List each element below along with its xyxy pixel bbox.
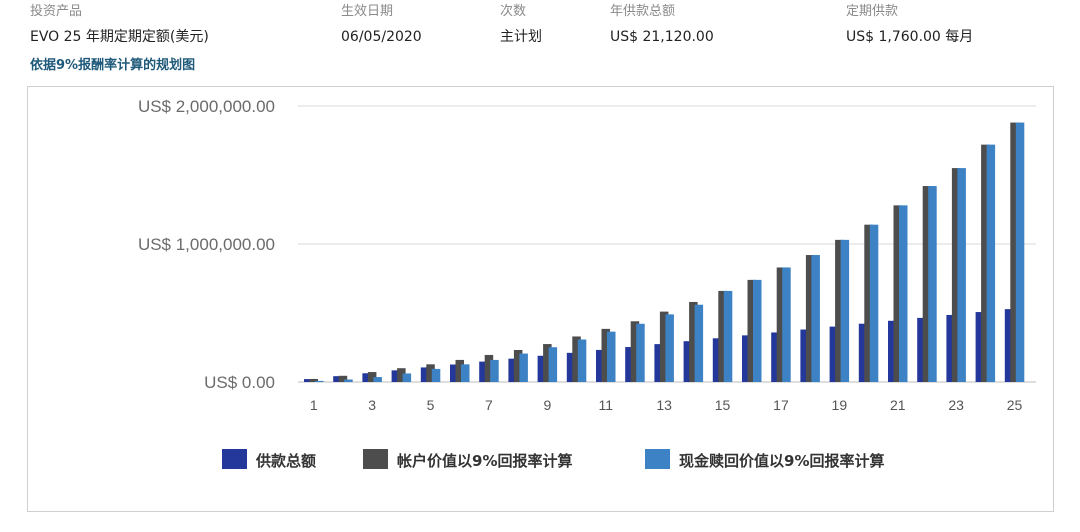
bar-3-year-4 bbox=[402, 373, 412, 382]
x-tick-label: 11 bbox=[598, 397, 613, 413]
times-label: 次数 bbox=[500, 4, 527, 19]
bar-3-year-17 bbox=[782, 267, 791, 382]
product-value: EVO 25 年期定期定额(美元) bbox=[30, 29, 209, 45]
bar-3-year-8 bbox=[519, 353, 528, 382]
bar-3-year-22 bbox=[928, 186, 937, 382]
x-tick-label: 7 bbox=[485, 397, 493, 413]
annual-contribution-column: 年供款总额 US$ 21,120.00 bbox=[610, 4, 714, 46]
x-tick-label: 21 bbox=[890, 397, 906, 413]
legend-swatch bbox=[363, 449, 388, 469]
x-tick-label: 23 bbox=[948, 397, 964, 413]
annual-contribution-label: 年供款总额 bbox=[610, 4, 676, 19]
bar-3-year-2 bbox=[344, 379, 353, 382]
bar-3-year-21 bbox=[899, 205, 908, 382]
bar-3-year-14 bbox=[694, 304, 704, 382]
x-tick-label: 3 bbox=[368, 397, 376, 413]
times-value: 主计划 bbox=[500, 29, 542, 45]
chart-subtitle: 依据9%报酬率计算的规划图 bbox=[30, 58, 196, 73]
regular-contribution-label: 定期供款 bbox=[846, 4, 899, 19]
legend-swatch bbox=[645, 449, 670, 469]
effective-date-label: 生效日期 bbox=[341, 4, 394, 19]
chart-container: US$ 0.00 US$ 1,000,000.00 US$ 2,000,000.00… bbox=[27, 86, 1054, 512]
legend-swatch bbox=[222, 449, 247, 469]
bar-3-year-9 bbox=[548, 347, 558, 382]
regular-contribution-value: US$ 1,760.00 每月 bbox=[846, 29, 974, 45]
bar-3-year-7 bbox=[490, 359, 499, 382]
x-tick-label: 25 bbox=[1007, 397, 1023, 413]
bar-3-year-15 bbox=[723, 290, 733, 382]
x-tick-label: 1 bbox=[310, 397, 318, 413]
x-tick-label: 19 bbox=[832, 397, 848, 413]
bar-3-year-1 bbox=[315, 380, 324, 382]
legend-label: 帐户价值以9%回报率计算 bbox=[397, 452, 572, 470]
bar-3-year-3 bbox=[373, 377, 382, 382]
bar-3-year-18 bbox=[811, 255, 820, 382]
bar-3-year-23 bbox=[957, 168, 966, 382]
bar-3-year-20 bbox=[869, 224, 879, 382]
bar-3-year-19 bbox=[840, 239, 850, 382]
product-label: 投资产品 bbox=[30, 4, 83, 19]
times-column: 次数 主计划 bbox=[500, 4, 542, 46]
projection-bar-chart: US$ 0.00 US$ 1,000,000.00 US$ 2,000,000.00… bbox=[138, 97, 1036, 470]
y-tick-label: US$ 2,000,000.00 bbox=[138, 97, 275, 116]
bar-3-year-11 bbox=[607, 331, 616, 382]
bar-3-year-13 bbox=[665, 314, 674, 382]
y-tick-label: US$ 0.00 bbox=[204, 373, 275, 392]
effective-date-value: 06/05/2020 bbox=[341, 29, 422, 45]
plan-header: 投资产品 EVO 25 年期定期定额(美元) 生效日期 06/05/2020 次… bbox=[0, 0, 1080, 60]
y-tick-label: US$ 1,000,000.00 bbox=[138, 235, 275, 254]
bar-3-year-6 bbox=[461, 364, 470, 382]
bar-3-year-5 bbox=[431, 368, 441, 382]
regular-contribution-column: 定期供款 US$ 1,760.00 每月 bbox=[846, 4, 973, 46]
x-tick-label: 9 bbox=[543, 397, 551, 413]
legend-label: 供款总额 bbox=[255, 452, 316, 470]
bar-3-year-12 bbox=[636, 323, 645, 382]
bar-3-year-10 bbox=[577, 339, 587, 382]
x-tick-label: 15 bbox=[715, 397, 731, 413]
bar-3-year-25 bbox=[1015, 122, 1025, 382]
x-tick-label: 5 bbox=[427, 397, 435, 413]
product-column: 投资产品 EVO 25 年期定期定额(美元) bbox=[30, 4, 209, 46]
x-tick-label: 17 bbox=[773, 397, 789, 413]
bar-3-year-24 bbox=[986, 144, 996, 382]
effective-date-column: 生效日期 06/05/2020 bbox=[341, 4, 422, 46]
bar-3-year-16 bbox=[753, 279, 762, 382]
x-tick-label: 13 bbox=[656, 397, 672, 413]
legend-label: 现金赎回价值以9%回报率计算 bbox=[679, 452, 884, 470]
annual-contribution-value: US$ 21,120.00 bbox=[610, 29, 714, 45]
